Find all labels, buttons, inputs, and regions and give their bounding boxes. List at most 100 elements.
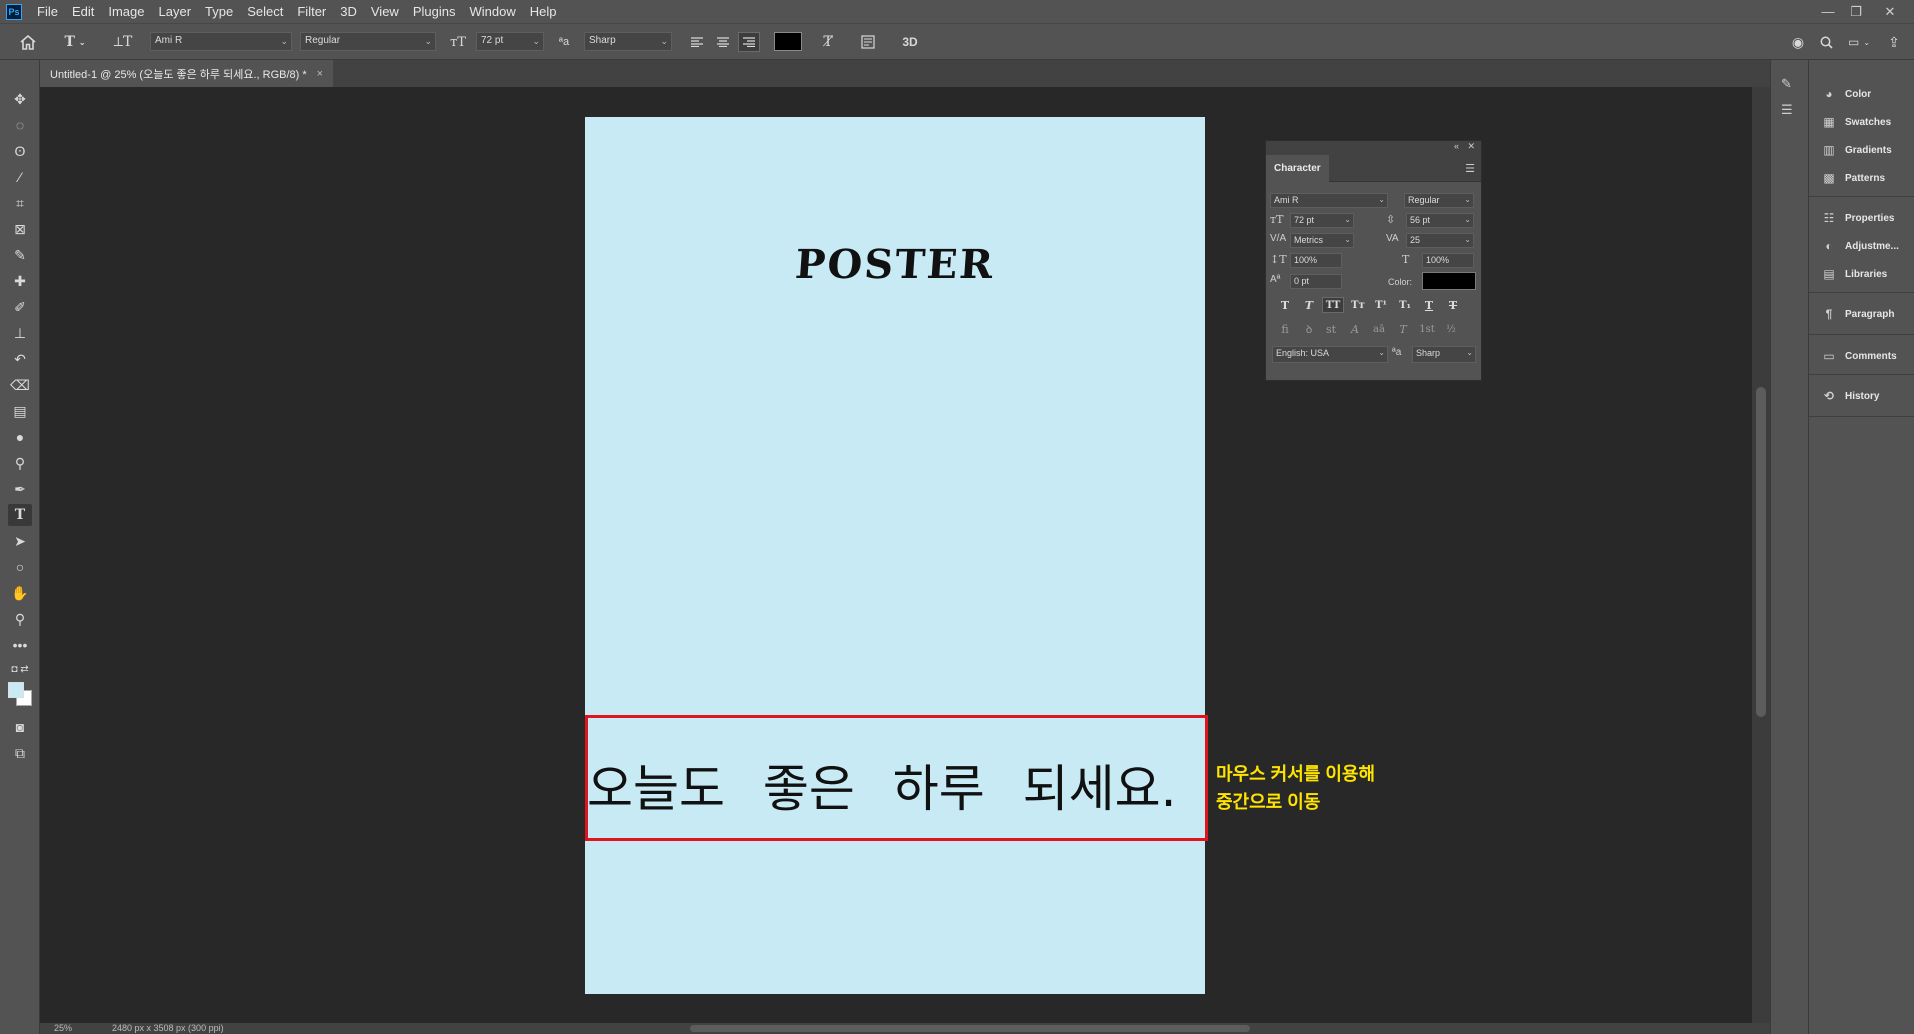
- faux-bold-button[interactable]: T: [1276, 297, 1294, 313]
- underline-button[interactable]: T: [1420, 297, 1438, 313]
- ellipse-tool-icon[interactable]: ○: [8, 556, 32, 578]
- path-selection-tool-icon[interactable]: ➤: [8, 530, 32, 552]
- menu-select[interactable]: Select: [240, 4, 290, 19]
- magic-wand-tool-icon[interactable]: ⁄: [8, 166, 32, 188]
- brush-settings-icon[interactable]: ✎: [1781, 76, 1792, 92]
- menu-help[interactable]: Help: [523, 4, 564, 19]
- close-panel-icon[interactable]: ✕: [1467, 141, 1475, 152]
- panel-history[interactable]: ⟲ History: [1809, 382, 1914, 410]
- toggle-text-orientation-icon[interactable]: ⟂T: [112, 32, 134, 52]
- align-center-icon[interactable]: [714, 32, 732, 52]
- cp-font-style-select[interactable]: Regular ⌄: [1404, 193, 1474, 208]
- cp-font-family-select[interactable]: Ami R ⌄: [1270, 193, 1388, 208]
- ordinals-button[interactable]: 1st: [1418, 321, 1436, 337]
- blur-tool-icon[interactable]: ●: [8, 426, 32, 448]
- 3d-button[interactable]: 3D: [898, 32, 922, 52]
- document-canvas[interactable]: POSTER 오늘도 좋은 하루 되세요.: [585, 117, 1205, 994]
- cp-font-size-select[interactable]: 72 pt ⌄: [1290, 213, 1354, 228]
- zoom-level[interactable]: 25%: [54, 1023, 72, 1033]
- panel-color[interactable]: ◕ Color: [1809, 80, 1914, 108]
- menu-type[interactable]: Type: [198, 4, 240, 19]
- panel-comments[interactable]: ▭ Comments: [1809, 342, 1914, 370]
- warp-text-icon[interactable]: Ⱦ: [818, 32, 838, 52]
- cp-vertical-scale-input[interactable]: 100%: [1290, 253, 1342, 268]
- menu-3d[interactable]: 3D: [333, 4, 364, 19]
- swash-button[interactable]: A: [1346, 321, 1364, 337]
- menu-image[interactable]: Image: [101, 4, 151, 19]
- clone-stamp-tool-icon[interactable]: ⊥: [8, 322, 32, 344]
- titling-alternates-button[interactable]: T: [1394, 321, 1412, 337]
- small-caps-button[interactable]: Tт: [1348, 297, 1368, 313]
- canvas-workarea[interactable]: POSTER 오늘도 좋은 하루 되세요. 마우스 커서를 이용해 중간으로 이…: [40, 87, 1752, 1023]
- subscript-button[interactable]: T₁: [1396, 297, 1414, 313]
- vertical-scroll-thumb[interactable]: [1756, 387, 1766, 717]
- faux-italic-button[interactable]: T: [1300, 297, 1318, 313]
- brush-tool-icon[interactable]: ✐: [8, 296, 32, 318]
- account-icon[interactable]: ◉: [1788, 32, 1808, 52]
- menu-filter[interactable]: Filter: [290, 4, 333, 19]
- antialias-select[interactable]: Sharp ⌄: [584, 32, 672, 51]
- adjustment-sliders-icon[interactable]: ☰: [1781, 102, 1793, 118]
- share-icon[interactable]: ⇪: [1884, 32, 1904, 52]
- font-family-select[interactable]: Ami R ⌄: [150, 32, 292, 51]
- minimize-button[interactable]: —: [1814, 0, 1842, 23]
- panel-gradients[interactable]: ▥ Gradients: [1809, 136, 1914, 164]
- fractions-button[interactable]: ½: [1442, 321, 1460, 337]
- cp-kerning-select[interactable]: Metrics ⌄: [1290, 233, 1354, 248]
- workspace-icon[interactable]: ▭ ⌄: [1844, 32, 1874, 52]
- document-tab[interactable]: Untitled-1 @ 25% (오늘도 좋은 하루 되세요., RGB/8)…: [40, 60, 334, 87]
- menu-view[interactable]: View: [364, 4, 406, 19]
- panel-menu-icon[interactable]: ☰: [1465, 162, 1475, 175]
- more-tools-icon[interactable]: •••: [8, 634, 32, 656]
- discretionary-ligatures-button[interactable]: st: [1322, 321, 1340, 337]
- healing-brush-tool-icon[interactable]: ✚: [8, 270, 32, 292]
- align-left-icon[interactable]: [688, 32, 706, 52]
- cp-tracking-select[interactable]: 25 ⌄: [1406, 233, 1474, 248]
- zoom-tool-icon[interactable]: ⚲: [8, 608, 32, 630]
- menu-layer[interactable]: Layer: [152, 4, 199, 19]
- menu-window[interactable]: Window: [462, 4, 522, 19]
- ligatures-button[interactable]: fi: [1276, 321, 1294, 337]
- text-color-swatch[interactable]: [774, 32, 802, 51]
- close-tab-icon[interactable]: ×: [317, 68, 323, 80]
- panel-swatches[interactable]: ▦ Swatches: [1809, 108, 1914, 136]
- cp-horizontal-scale-input[interactable]: 100%: [1422, 253, 1474, 268]
- cp-baseline-shift-input[interactable]: 0 pt: [1290, 274, 1342, 289]
- poster-title-text[interactable]: POSTER: [583, 241, 1206, 288]
- eyedropper-tool-icon[interactable]: ✎: [8, 244, 32, 266]
- history-brush-tool-icon[interactable]: ↶: [8, 348, 32, 370]
- strikethrough-button[interactable]: T: [1444, 297, 1462, 313]
- stylistic-alternates-button[interactable]: aā: [1370, 321, 1388, 337]
- frame-tool-icon[interactable]: ⊠: [8, 218, 32, 240]
- horizontal-scroll-thumb[interactable]: [690, 1025, 1250, 1032]
- old-style-button[interactable]: ꝺ: [1300, 321, 1318, 337]
- superscript-button[interactable]: T¹: [1372, 297, 1390, 313]
- cp-leading-select[interactable]: 56 pt ⌄: [1406, 213, 1474, 228]
- dodge-tool-icon[interactable]: ⚲: [8, 452, 32, 474]
- menu-plugins[interactable]: Plugins: [406, 4, 463, 19]
- search-icon[interactable]: [1816, 32, 1836, 52]
- panel-libraries[interactable]: ▤ Libraries: [1809, 260, 1914, 288]
- type-tool-preset-icon[interactable]: T ⌄: [60, 32, 90, 52]
- screen-mode-icon[interactable]: ⧉: [8, 742, 32, 764]
- lasso-tool-icon[interactable]: ʘ: [8, 140, 32, 162]
- all-caps-button[interactable]: TT: [1322, 297, 1344, 313]
- menu-edit[interactable]: Edit: [65, 4, 101, 19]
- foreground-color-swatch[interactable]: [8, 682, 24, 698]
- cp-antialias-select[interactable]: Sharp ⌄: [1412, 346, 1476, 363]
- restore-button[interactable]: ❐: [1842, 0, 1870, 23]
- gradient-tool-icon[interactable]: ▤: [8, 400, 32, 422]
- cp-language-select[interactable]: English: USA ⌄: [1272, 346, 1388, 363]
- panel-adjustments[interactable]: ◐ Adjustme...: [1809, 232, 1914, 260]
- cp-color-swatch[interactable]: [1422, 272, 1476, 290]
- panel-patterns[interactable]: ▩ Patterns: [1809, 164, 1914, 192]
- eraser-tool-icon[interactable]: ⌫: [8, 374, 32, 396]
- marquee-tool-icon[interactable]: ◌: [8, 114, 32, 136]
- vertical-scrollbar[interactable]: [1752, 87, 1770, 1023]
- collapse-panel-icon[interactable]: «: [1454, 141, 1459, 151]
- menu-file[interactable]: File: [30, 4, 65, 19]
- pen-tool-icon[interactable]: ✒: [8, 478, 32, 500]
- home-icon[interactable]: [16, 32, 40, 52]
- character-panel-header[interactable]: « ✕: [1266, 141, 1481, 155]
- panel-properties[interactable]: ☷ Properties: [1809, 204, 1914, 232]
